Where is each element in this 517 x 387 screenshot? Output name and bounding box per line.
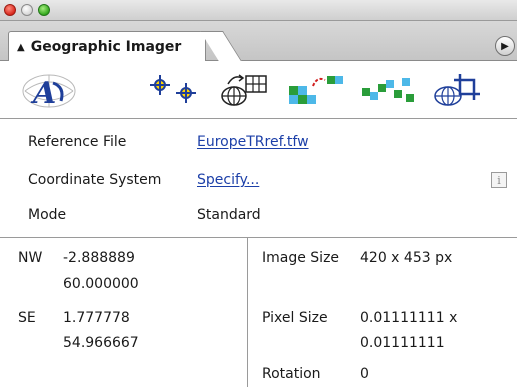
- panel-menu-arrow-icon: ▶: [501, 40, 509, 52]
- toolbar: A: [0, 61, 517, 119]
- window-title-bar: [0, 0, 517, 21]
- reference-file-row: Reference File EuropeTRref.tfw: [0, 123, 517, 161]
- pixel-size-label: Pixel Size: [262, 310, 328, 326]
- tile-icon[interactable]: [360, 69, 416, 111]
- coordinate-system-link[interactable]: Specify...: [197, 172, 259, 188]
- panel-menu-button[interactable]: ▶: [495, 36, 515, 56]
- crop-icon[interactable]: [430, 69, 482, 111]
- info-icon[interactable]: i: [491, 172, 507, 188]
- se-y-value: 54.966667: [63, 335, 139, 351]
- reference-file-label: Reference File: [28, 134, 127, 150]
- nw-label: NW: [18, 250, 43, 266]
- mode-row: Mode Standard: [0, 196, 517, 234]
- mosaic-icon[interactable]: [287, 69, 345, 111]
- pixel-size-value-2: 0.01111111: [360, 335, 445, 351]
- tab-label: Geographic Imager: [30, 39, 182, 55]
- geographic-imager-logo-icon: A: [14, 69, 80, 111]
- mode-label: Mode: [28, 207, 67, 223]
- minimize-window-button[interactable]: [21, 4, 33, 16]
- rotation-value: 0: [360, 366, 369, 382]
- reference-points-icon[interactable]: [145, 69, 203, 111]
- mode-value: Standard: [197, 207, 261, 223]
- pixel-size-value-1: 0.01111111 x: [360, 310, 458, 326]
- coordinate-system-row: Coordinate System Specify... i: [0, 161, 517, 199]
- se-label: SE: [18, 310, 36, 326]
- corner-coordinates: NW -2.888889 60.000000 SE 1.777778 54.96…: [0, 238, 247, 387]
- image-size-label: Image Size: [262, 250, 340, 266]
- updown-arrows-icon: ▲: [17, 41, 25, 53]
- image-size-value: 420 x 453 px: [360, 250, 453, 266]
- tab-geographic-imager[interactable]: ▲ Geographic Imager: [8, 31, 206, 62]
- se-x-value: 1.777778: [63, 310, 130, 326]
- panel-tab-strip: ▲ Geographic Imager ▶: [0, 21, 517, 62]
- svg-text:A: A: [30, 76, 56, 111]
- nw-x-value: -2.888889: [63, 250, 135, 266]
- image-info: Image Size 420 x 453 px Pixel Size 0.011…: [248, 238, 517, 387]
- georeference-icon[interactable]: [218, 69, 270, 111]
- close-window-button[interactable]: [4, 4, 16, 16]
- zoom-window-button[interactable]: [38, 4, 50, 16]
- coordinate-system-label: Coordinate System: [28, 172, 162, 188]
- reference-file-link[interactable]: EuropeTRref.tfw: [197, 134, 309, 150]
- rotation-label: Rotation: [262, 366, 321, 382]
- nw-y-value: 60.000000: [63, 276, 139, 292]
